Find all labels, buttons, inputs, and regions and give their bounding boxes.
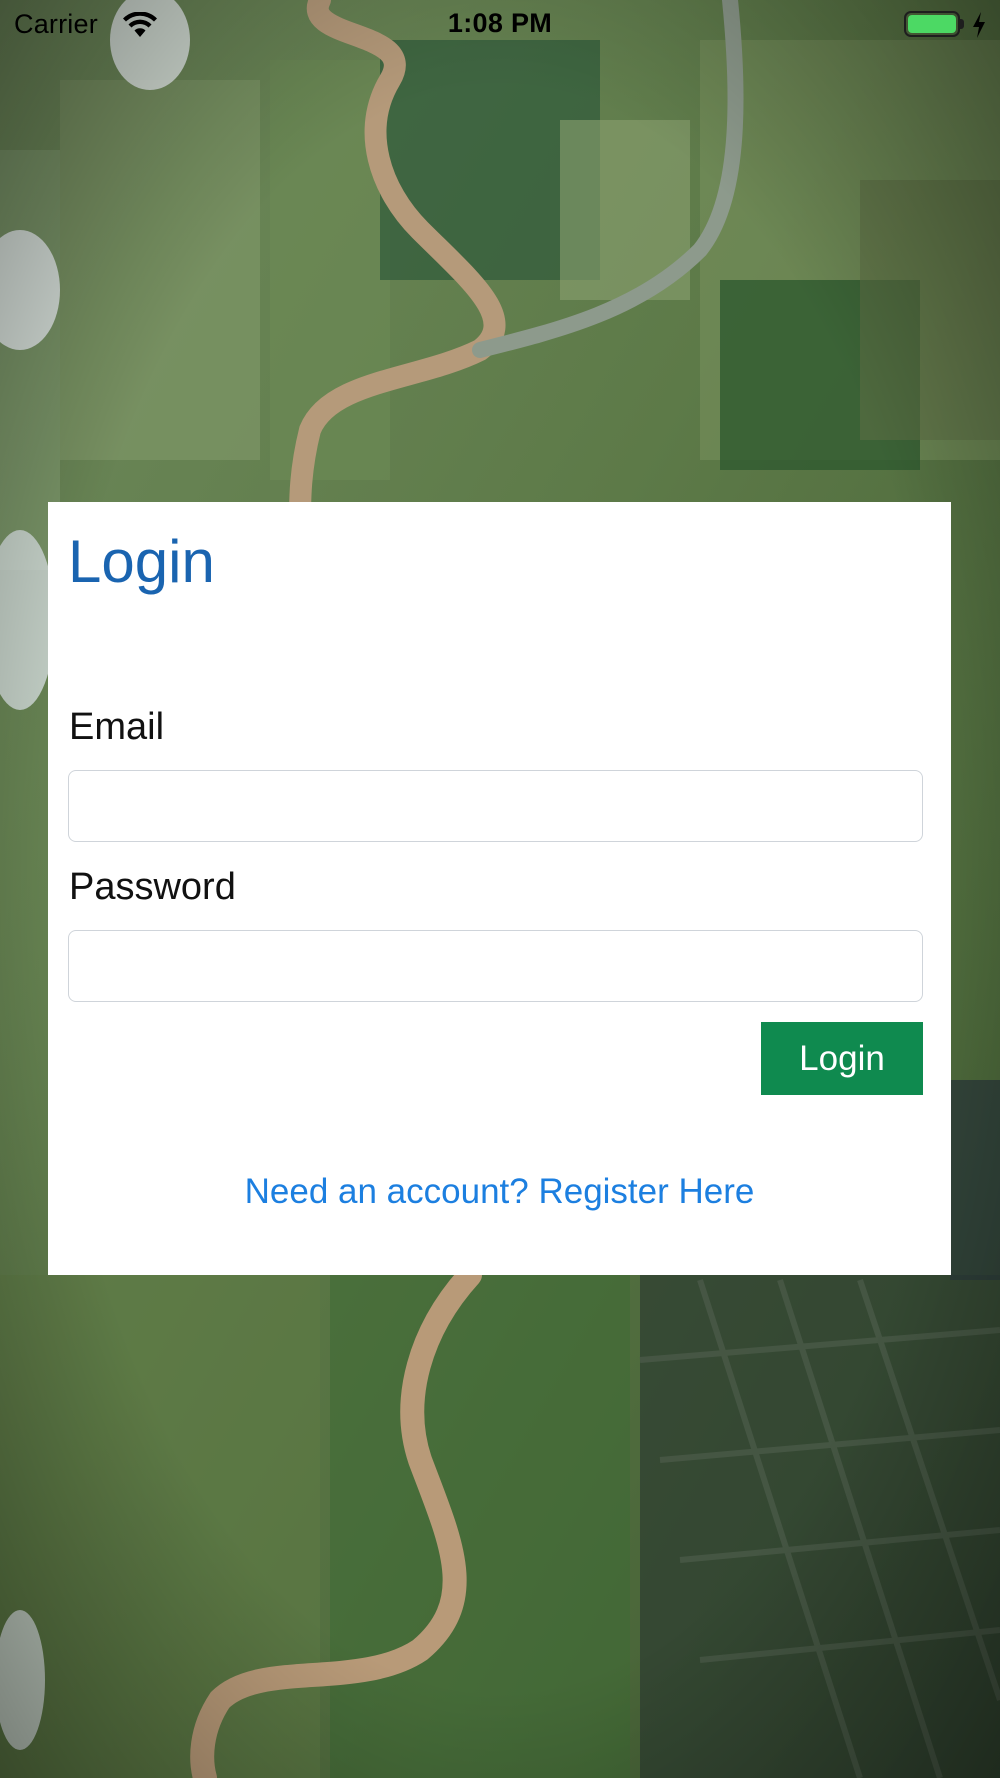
email-field[interactable]: [68, 770, 923, 842]
status-time: 1:08 PM: [447, 8, 553, 38]
password-label: Password: [69, 866, 236, 908]
login-title: Login: [68, 528, 215, 595]
login-button[interactable]: Login: [761, 1022, 923, 1095]
email-label: Email: [69, 706, 165, 748]
charging-bolt-icon: [973, 12, 985, 38]
register-link[interactable]: Need an account? Register Here: [48, 1170, 951, 1214]
login-card: Login Email Password Login Need an accou…: [48, 502, 951, 1275]
battery-icon: [904, 11, 960, 37]
battery-tip: [960, 19, 964, 29]
login-screen: Carrier 1:08 PM Login Email Password Log…: [0, 0, 1000, 1778]
battery-level-fill: [908, 15, 956, 33]
password-field[interactable]: [68, 930, 923, 1002]
status-bar: Carrier 1:08 PM: [0, 0, 1000, 50]
